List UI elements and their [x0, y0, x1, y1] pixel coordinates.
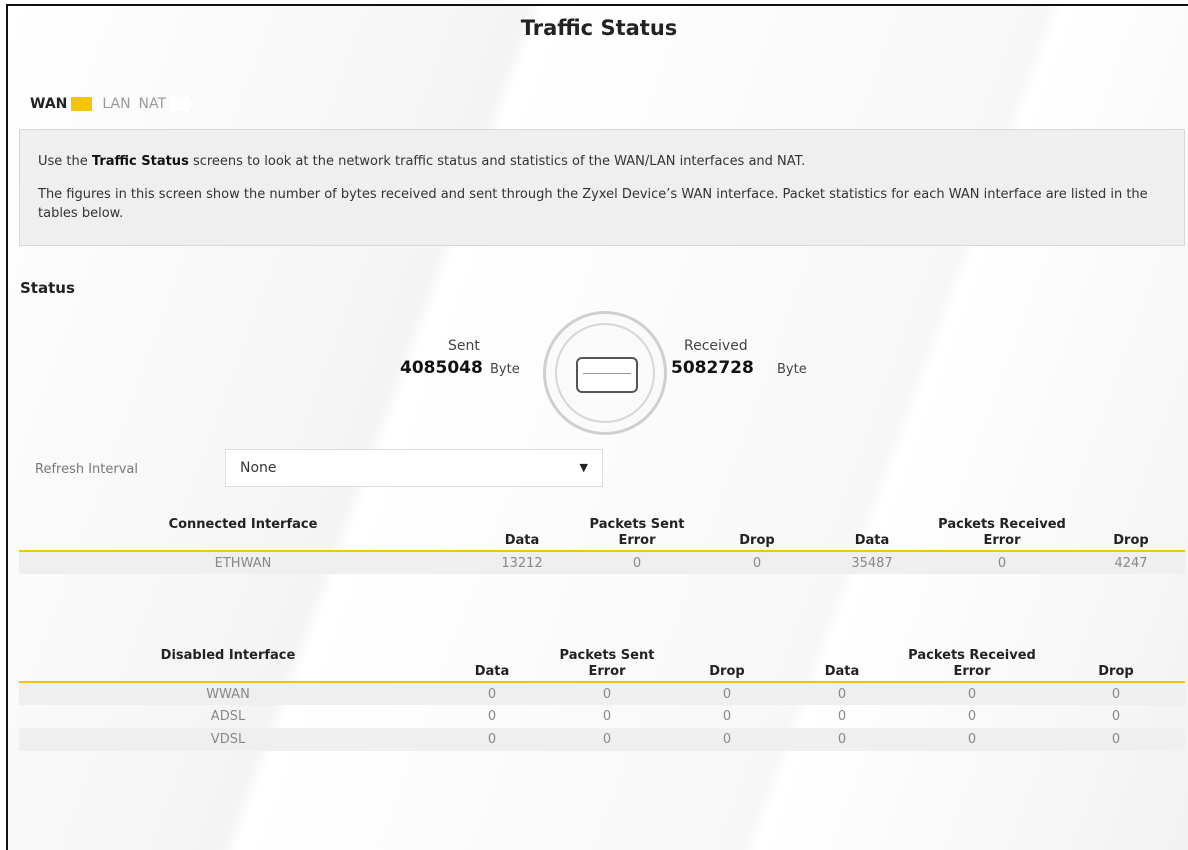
col-sent-error: Error [547, 664, 667, 683]
col-sent-data: Data [437, 664, 547, 683]
col-recv-error: Error [927, 533, 1077, 552]
table-row: WWAN 0 0 0 0 0 0 [19, 682, 1185, 705]
tab-spacer [170, 97, 192, 111]
col-packets-received: Packets Received [908, 648, 1036, 663]
sent-label: Sent [448, 338, 480, 354]
disabled-interface-table: Disabled Interface Packets Sent Packets … [19, 648, 1185, 751]
tab-active-marker [71, 97, 93, 111]
col-recv-data: Data [787, 664, 897, 683]
received-value: 5082728 [671, 358, 754, 378]
refresh-interval-value: None [240, 460, 277, 476]
received-unit: Byte [777, 362, 807, 377]
table-row: ADSL 0 0 0 0 0 0 [210, 709, 1121, 724]
tab-bar: WAN LAN NAT [26, 95, 192, 113]
col-recv-drop: Drop [1077, 533, 1185, 552]
col-recv-data: Data [817, 533, 927, 552]
col-disabled-interface: Disabled Interface [19, 648, 437, 683]
col-sent-data: Data [467, 533, 577, 552]
tab-wan[interactable]: WAN [26, 95, 71, 113]
info-text-1: Use the Traffic Status screens to look a… [38, 154, 806, 169]
router-device-icon [543, 311, 667, 435]
page-frame: Traffic Status WAN LAN NAT Use the Traff… [6, 4, 1188, 850]
tab-nat[interactable]: NAT [135, 95, 171, 113]
refresh-interval-select[interactable]: None ▼ [225, 449, 603, 487]
device-inner-ring [555, 323, 655, 423]
col-sent-error: Error [577, 533, 697, 552]
refresh-interval-label: Refresh Interval [35, 462, 139, 477]
table-row: ETHWAN 13212 0 0 35487 0 4247 [19, 551, 1185, 574]
col-packets-received: Packets Received [938, 517, 1066, 532]
connected-interface-table: Connected Interface Packets Sent Packets… [19, 517, 1185, 574]
col-recv-drop: Drop [1047, 664, 1185, 683]
col-sent-drop: Drop [667, 664, 787, 683]
table-row: VDSL 0 0 0 0 0 0 [19, 728, 1185, 751]
info-text-2: The figures in this screen show the numb… [38, 187, 1148, 221]
received-label: Received [684, 338, 748, 354]
sent-unit: Byte [490, 362, 520, 377]
status-heading: Status [20, 279, 75, 297]
col-connected-interface: Connected Interface [19, 517, 467, 552]
col-packets-sent: Packets Sent [559, 648, 655, 663]
info-bold-term: Traffic Status [91, 154, 189, 169]
tab-lan[interactable]: LAN [98, 95, 134, 113]
sent-value: 4085048 [400, 358, 483, 378]
info-panel: Use the Traffic Status screens to look a… [19, 129, 1185, 246]
col-sent-drop: Drop [697, 533, 817, 552]
col-packets-sent: Packets Sent [589, 517, 685, 532]
page-title: Traffic Status [520, 16, 678, 40]
device-body [576, 357, 638, 393]
col-recv-error: Error [897, 664, 1047, 683]
dropdown-caret-icon: ▼ [579, 461, 588, 474]
